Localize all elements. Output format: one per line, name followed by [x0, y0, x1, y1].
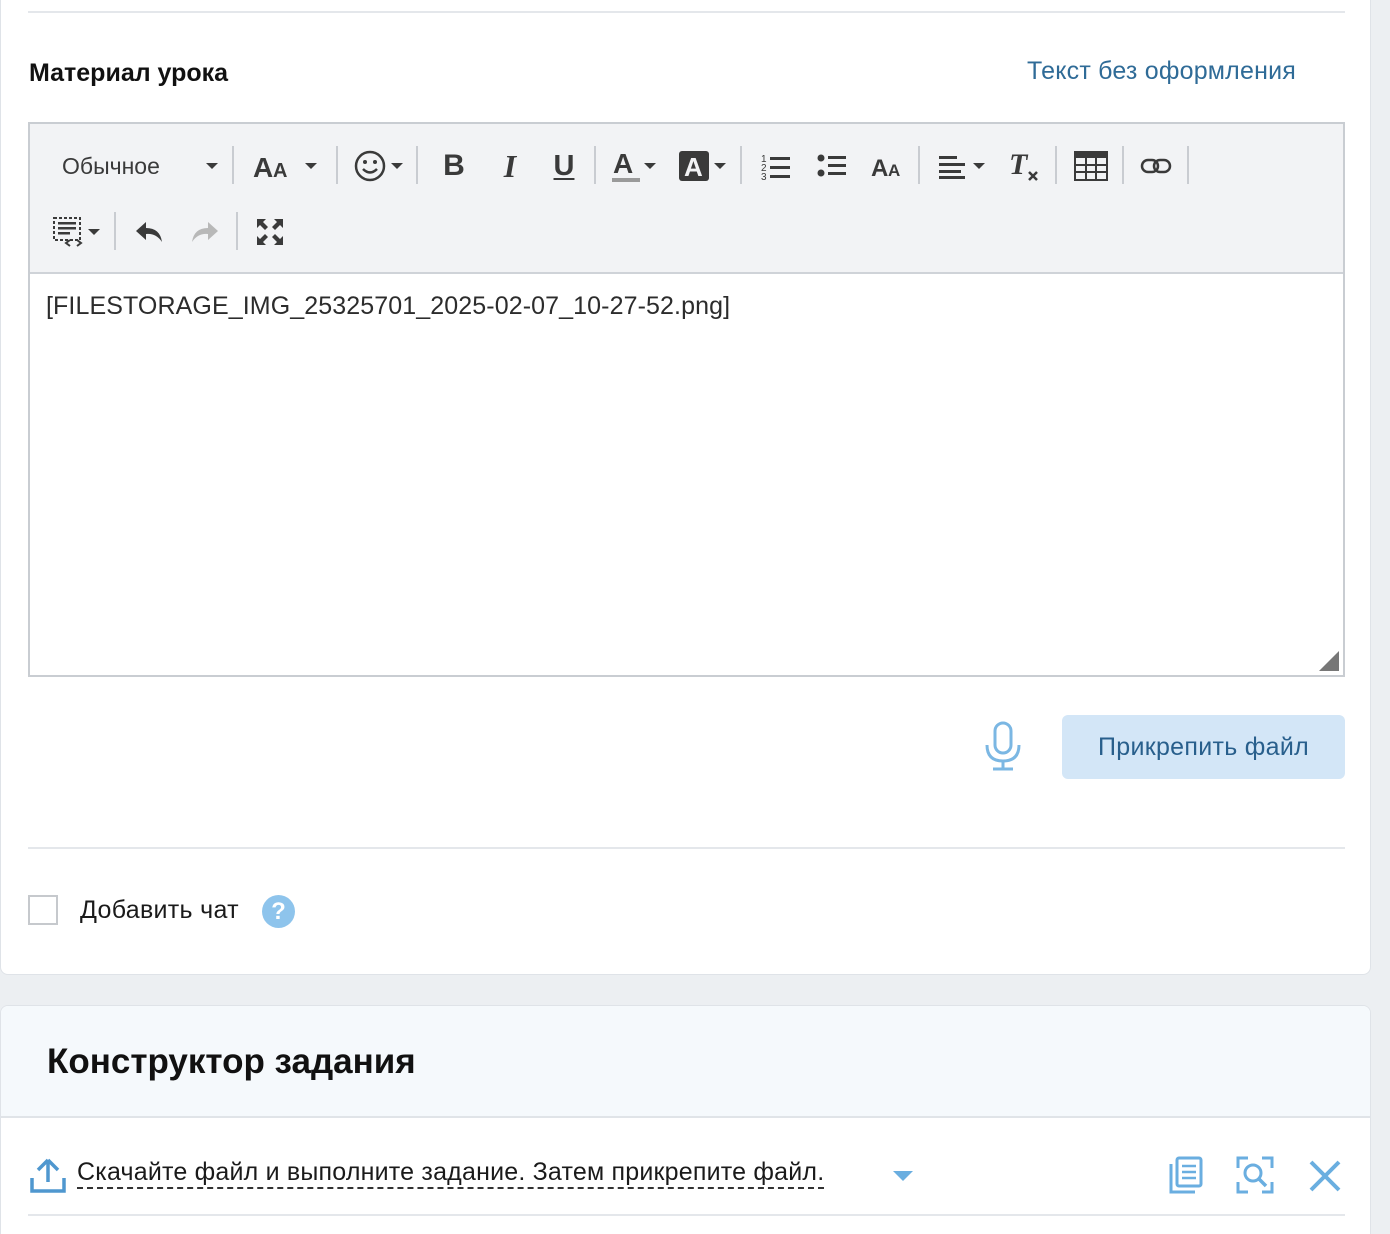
font-size-icon: AA — [253, 152, 287, 181]
task-builder-card: Конструктор задания Скачайте файл и выпо… — [0, 1005, 1371, 1234]
link-icon — [1140, 158, 1172, 174]
toolbar-separator — [114, 212, 116, 250]
microphone-icon — [985, 721, 1021, 771]
fullscreen-button[interactable] — [250, 210, 290, 254]
close-icon — [1309, 1160, 1341, 1192]
toolbar-separator — [1122, 146, 1124, 184]
bullet-list-button[interactable] — [812, 144, 852, 188]
upload-icon[interactable] — [29, 1158, 67, 1199]
resize-handle[interactable] — [1319, 651, 1339, 671]
numbered-list-button[interactable]: 123 — [756, 144, 796, 188]
chevron-down-icon — [644, 163, 656, 169]
task-divider — [28, 1214, 1345, 1216]
preview-button[interactable] — [1236, 1156, 1274, 1199]
chevron-down-icon — [305, 163, 317, 169]
source-view-button[interactable] — [46, 210, 106, 254]
table-icon — [1074, 151, 1108, 181]
clear-formatting-icon: T — [1009, 148, 1038, 181]
undo-button[interactable] — [128, 210, 170, 254]
copy-icon — [1169, 1156, 1203, 1194]
underline-icon: U — [553, 149, 575, 182]
svg-text:3: 3 — [761, 172, 767, 181]
toolbar-separator — [416, 146, 418, 184]
change-case-icon: AA — [871, 155, 900, 179]
redo-button[interactable] — [184, 210, 226, 254]
attach-file-button[interactable]: Прикрепить файл — [1062, 715, 1345, 779]
undo-icon — [136, 222, 162, 242]
numbered-list-icon: 123 — [761, 154, 790, 181]
italic-button[interactable]: I — [490, 144, 530, 188]
bold-icon: B — [443, 149, 465, 182]
format-select[interactable]: Обычное — [48, 146, 218, 186]
text-color-icon: A — [612, 148, 640, 182]
bullet-list-icon — [817, 154, 846, 177]
change-case-button[interactable]: AA — [866, 144, 910, 188]
svg-text:T: T — [1009, 148, 1029, 181]
toolbar-separator — [336, 146, 338, 184]
clear-formatting-button[interactable]: T — [1002, 142, 1046, 190]
toolbar-separator — [1187, 146, 1189, 184]
help-icon[interactable]: ? — [262, 895, 295, 928]
toolbar-separator — [740, 146, 742, 184]
text-color-button[interactable]: A — [606, 142, 660, 190]
add-chat-label: Добавить чат — [80, 896, 239, 924]
svg-text:A: A — [253, 152, 273, 181]
lesson-material-card: Материал урока Текст без оформления Обыч… — [0, 0, 1371, 975]
toolbar-separator — [918, 146, 920, 184]
svg-text:A: A — [273, 160, 287, 181]
bold-button[interactable]: B — [434, 144, 474, 188]
font-size-button[interactable]: AA — [248, 144, 322, 188]
align-left-icon — [939, 156, 965, 179]
emoji-button[interactable] — [350, 144, 406, 188]
microphone-button[interactable] — [981, 721, 1025, 778]
copy-button[interactable] — [1167, 1156, 1205, 1199]
chevron-down-icon — [714, 163, 726, 169]
toolbar-separator — [594, 146, 596, 184]
source-code-icon — [53, 217, 83, 247]
italic-icon: I — [503, 147, 517, 184]
background-color-button[interactable]: A — [674, 144, 730, 188]
svg-text:A: A — [871, 155, 888, 179]
task-builder-header: Конструктор задания — [1, 1006, 1370, 1118]
editor-toolbar: Обычное AA B I U A A 1 2 3 A A T — [30, 124, 1343, 274]
task-builder-title: Конструктор задания — [47, 1042, 416, 1081]
chevron-down-icon — [391, 163, 403, 169]
fullscreen-icon — [257, 219, 283, 245]
table-button[interactable] — [1068, 144, 1114, 188]
plain-text-link[interactable]: Текст без оформления — [1027, 57, 1296, 86]
task-item: Скачайте файл и выполните задание. Затем… — [29, 1154, 1345, 1216]
svg-text:A: A — [684, 152, 703, 182]
redo-icon — [192, 222, 218, 242]
toolbar-separator — [232, 146, 234, 184]
section-title: Материал урока — [29, 59, 229, 87]
underline-button[interactable]: U — [544, 144, 584, 188]
rich-text-editor: Обычное AA B I U A A 1 2 3 A A T [FILEST… — [28, 122, 1345, 677]
format-select-label: Обычное — [62, 152, 160, 179]
task-description[interactable]: Скачайте файл и выполните задание. Затем… — [77, 1157, 825, 1189]
align-button[interactable] — [934, 144, 990, 188]
chevron-down-icon — [973, 163, 985, 169]
add-chat-checkbox[interactable] — [28, 895, 58, 925]
preview-icon — [1236, 1156, 1274, 1194]
toolbar-separator — [1055, 146, 1057, 184]
toolbar-separator — [236, 212, 238, 250]
smiley-icon — [354, 150, 386, 182]
svg-text:A: A — [888, 161, 900, 179]
chevron-down-icon — [88, 229, 100, 235]
editor-content[interactable]: [FILESTORAGE_IMG_25325701_2025-02-07_10-… — [46, 292, 730, 321]
remove-button[interactable] — [1307, 1158, 1343, 1199]
top-divider — [28, 11, 1345, 13]
svg-text:A: A — [613, 148, 633, 179]
link-button[interactable] — [1134, 144, 1178, 188]
chevron-down-icon[interactable] — [893, 1171, 913, 1181]
background-color-icon: A — [679, 151, 709, 182]
section-divider — [28, 847, 1345, 849]
chevron-down-icon — [206, 163, 218, 169]
